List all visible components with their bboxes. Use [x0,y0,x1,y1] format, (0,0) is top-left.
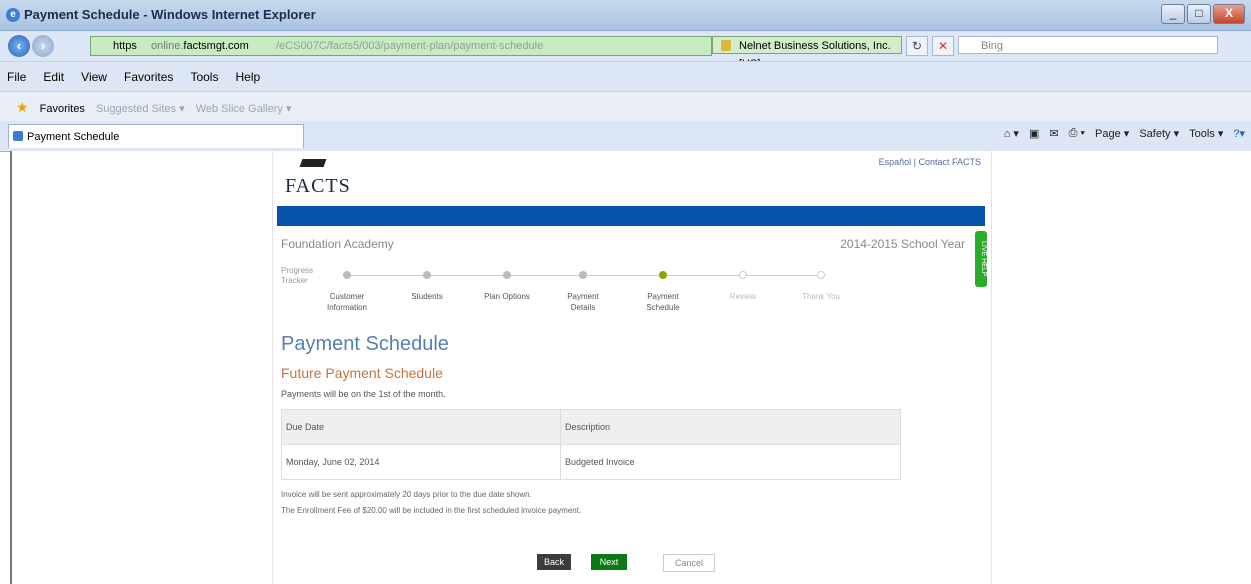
step-label: Review [729,292,757,301]
step-label: Payment Details [567,292,599,312]
school-name: Foundation Academy [281,237,394,251]
window-titlebar: e Payment Schedule - Windows Internet Ex… [0,0,1251,31]
safety-menu[interactable]: Safety ▾ [1139,127,1179,140]
tools-menu[interactable]: Tools ▾ [1189,127,1223,140]
page-menu[interactable]: Page ▾ [1095,127,1129,140]
step-label: Plan Options [484,292,530,301]
step-dot-active [659,271,667,279]
menu-view[interactable]: View [74,62,114,92]
forward-nav-icon[interactable]: › [32,35,54,57]
facts-logo: FACTS [281,159,351,205]
certificate-indicator[interactable]: Nelnet Business Solutions, Inc. [US] [712,36,902,70]
maximize-button[interactable]: □ [1187,4,1211,24]
step-label: Thank You [802,292,840,301]
column-header: Description [560,409,901,445]
section-title: Future Payment Schedule [281,365,443,381]
mail-icon[interactable]: ✉ [1049,127,1058,140]
print-icon[interactable]: ⎙ ▾ [1069,127,1085,140]
window-controls: _ □ X [1161,4,1245,24]
address-bar: ‹ › https online.factsmgt.com /eCS007C/f… [0,31,1251,70]
web-slice-gallery-link[interactable]: Web Slice Gallery ▾ [196,94,292,124]
due-date-cell: Monday, June 02, 2014 [281,444,561,480]
suggested-sites-link[interactable]: Suggested Sites ▾ [96,94,185,124]
step-dot [503,271,511,279]
back-button[interactable]: Back [537,554,571,570]
favorites-bar: ★ Favorites Suggested Sites ▾ Web Slice … [0,91,1251,122]
ie-logo-icon: e [6,8,20,22]
menu-tools[interactable]: Tools [183,62,225,92]
help-icon[interactable]: ?▾ [1233,127,1245,140]
tab-bar: Payment Schedule ⌂ ▾ ▣ ✉ ⎙ ▾ Page ▾ Safe… [0,121,1251,152]
url-protocol: https [113,40,137,52]
step-label: Students [411,292,443,301]
favorites-button[interactable]: ★ Favorites [8,92,85,124]
cancel-button[interactable]: Cancel [663,554,715,572]
step-dot [817,271,825,279]
url-path: /eCS007C/facts5/003/payment-plan/payment… [276,40,544,52]
table-row: Monday, June 02, 2014 Budgeted Invoice [281,444,901,480]
invoice-note: Invoice will be sent approximately 20 da… [281,490,532,499]
step-dot [739,271,747,279]
refresh-icon[interactable]: ↻ [906,36,928,56]
stop-icon[interactable]: ✕ [932,36,954,56]
description-cell: Budgeted Invoice [560,444,901,480]
menu-help[interactable]: Help [229,62,268,92]
column-header: Due Date [281,409,561,445]
live-help-tab[interactable]: LIVE HELP [975,231,987,287]
next-button[interactable]: Next [591,554,627,570]
minimize-button[interactable]: _ [1161,4,1185,24]
address-actions: ↻ ✕ [906,36,954,56]
page-content: FACTS Español | Contact FACTS Foundation… [272,151,992,584]
menu-edit[interactable]: Edit [36,62,71,92]
schedule-table: Due Date Description Monday, June 02, 20… [281,409,901,480]
school-year: 2014-2015 School Year [840,237,965,251]
language-contact-links[interactable]: Español | Contact FACTS [879,157,981,167]
payment-note: Payments will be on the 1st of the month… [281,389,446,399]
window-title: Payment Schedule - Windows Internet Expl… [24,7,316,22]
enrollment-fee-note: The Enrollment Fee of $20.00 will be inc… [281,506,582,515]
menu-bar: File Edit View Favorites Tools Help [0,61,1251,92]
back-nav-icon[interactable]: ‹ [8,35,30,57]
step-label: Payment Schedule [646,292,680,312]
progress-tracker-label: Progress Tracker [281,266,314,285]
menu-file[interactable]: File [0,62,33,92]
feeds-icon[interactable]: ▣ [1029,127,1039,140]
page-icon [13,131,23,141]
tab-payment-schedule[interactable]: Payment Schedule [8,124,304,148]
table-header-row: Due Date Description [281,409,901,445]
step-label: Customer Information [326,292,368,312]
command-bar: ⌂ ▾ ▣ ✉ ⎙ ▾ Page ▾ Safety ▾ Tools ▾ ?▾ [1004,127,1245,140]
page-title: Payment Schedule [281,333,449,355]
graduation-cap-icon [299,159,327,167]
step-dot [423,271,431,279]
header-bar [277,206,985,226]
lock-icon [721,40,731,51]
search-input[interactable]: Bing [958,36,1218,54]
url-field[interactable]: https online.factsmgt.com /eCS007C/facts… [90,36,712,56]
close-button[interactable]: X [1213,4,1245,24]
step-dot [579,271,587,279]
star-icon: ★ [16,99,29,115]
url-host: online.factsmgt.com [151,40,249,52]
step-dot [343,271,351,279]
menu-favorites[interactable]: Favorites [117,62,180,92]
home-icon[interactable]: ⌂ ▾ [1004,127,1019,140]
